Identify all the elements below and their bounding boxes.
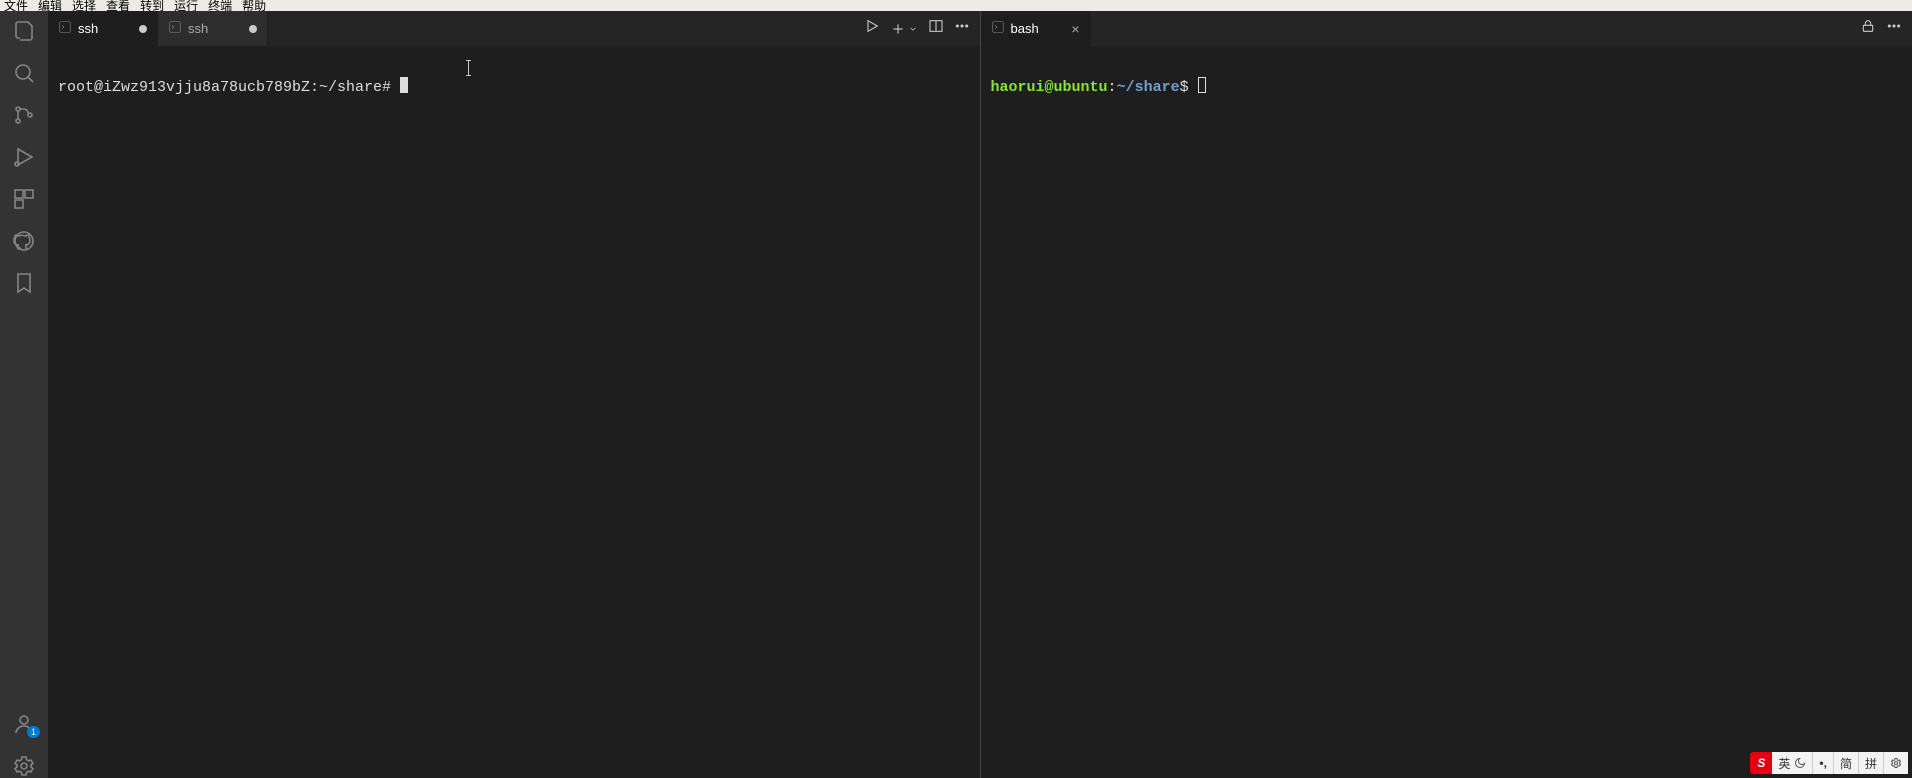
terminal-cursor	[1198, 77, 1206, 93]
ime-logo-icon[interactable]: S	[1750, 752, 1772, 774]
terminal-left[interactable]: root@iZwz913vjju8a78ucb789bZ:~/share#	[48, 46, 980, 778]
tab-actions-right	[1850, 11, 1912, 46]
menu-bar: 文件 编辑 选择 查看 转到 运行 终端 帮助	[0, 0, 1912, 11]
prompt-dollar: $	[1180, 79, 1198, 96]
ime-type[interactable]: 拼	[1858, 752, 1883, 774]
gear-icon	[1890, 757, 1902, 769]
github-icon[interactable]	[0, 229, 48, 253]
extensions-icon[interactable]	[0, 187, 48, 211]
chevron-down-icon[interactable]	[908, 24, 918, 34]
tab-label: bash	[1011, 21, 1039, 36]
tab-bash[interactable]: bash ×	[981, 11, 1091, 46]
search-icon[interactable]	[0, 61, 48, 85]
prompt-host: ubuntu	[1054, 79, 1108, 96]
split-editor-icon[interactable]	[928, 18, 944, 39]
more-icon[interactable]	[954, 18, 970, 39]
ime-mode-label: 简	[1840, 755, 1852, 772]
ime-punct[interactable]: •,	[1812, 752, 1833, 774]
tab-label: ssh	[188, 21, 208, 36]
run-icon[interactable]	[864, 18, 880, 39]
terminal-file-icon	[168, 20, 182, 37]
prompt-path: /share	[1126, 79, 1180, 96]
bookmark-icon[interactable]	[0, 271, 48, 295]
lock-icon[interactable]	[1860, 18, 1876, 39]
run-debug-icon[interactable]	[0, 145, 48, 169]
terminal-right[interactable]: haorui@ubuntu:~/share$	[981, 46, 1912, 778]
ime-bar[interactable]: S 英 •, 简 拼	[1750, 752, 1908, 774]
more-icon[interactable]	[1886, 18, 1902, 39]
app-window: 文件 编辑 选择 查看 转到 运行 终端 帮助	[0, 0, 1912, 778]
source-control-icon[interactable]	[0, 103, 48, 127]
account-badge: 1	[27, 726, 40, 738]
account-icon[interactable]: 1	[0, 712, 48, 736]
dirty-indicator-icon	[139, 25, 147, 33]
editor-group-right: bash × haorui@ubuntu:~/share$	[981, 11, 1912, 778]
text-cursor-ibeam	[468, 60, 469, 76]
prompt-at: @	[1045, 79, 1054, 96]
tab-ssh-1[interactable]: ssh	[48, 11, 158, 46]
terminal-cursor	[400, 77, 408, 93]
terminal-file-icon	[991, 20, 1005, 37]
ime-type-label: 拼	[1865, 755, 1877, 772]
tab-row-right: bash ×	[981, 11, 1912, 46]
ime-lang-label: 英	[1778, 755, 1790, 772]
terminal-file-icon	[58, 20, 72, 37]
close-icon[interactable]: ×	[1071, 21, 1079, 37]
tab-row-left: ssh ssh	[48, 11, 980, 46]
activity-bar: 1	[0, 11, 48, 778]
new-terminal-icon[interactable]	[890, 21, 918, 37]
dirty-indicator-icon	[249, 25, 257, 33]
prompt-tilde: ~	[1117, 79, 1126, 96]
terminal-prompt: root@iZwz913vjju8a78ucb789bZ:~/share#	[58, 79, 400, 96]
editor-groups: ssh ssh	[48, 11, 1912, 778]
editor-group-left: ssh ssh	[48, 11, 981, 778]
prompt-colon: :	[1108, 79, 1117, 96]
tab-label: ssh	[78, 21, 98, 36]
tab-ssh-2[interactable]: ssh	[158, 11, 268, 46]
explorer-icon[interactable]	[0, 19, 48, 43]
settings-gear-icon[interactable]	[0, 754, 48, 778]
main-area: 1 ssh	[0, 11, 1912, 778]
moon-icon	[1794, 757, 1806, 769]
tab-actions-left	[854, 11, 980, 46]
prompt-user: haorui	[991, 79, 1045, 96]
ime-lang[interactable]: 英	[1772, 752, 1812, 774]
ime-mode[interactable]: 简	[1833, 752, 1858, 774]
ime-settings[interactable]	[1883, 752, 1908, 774]
